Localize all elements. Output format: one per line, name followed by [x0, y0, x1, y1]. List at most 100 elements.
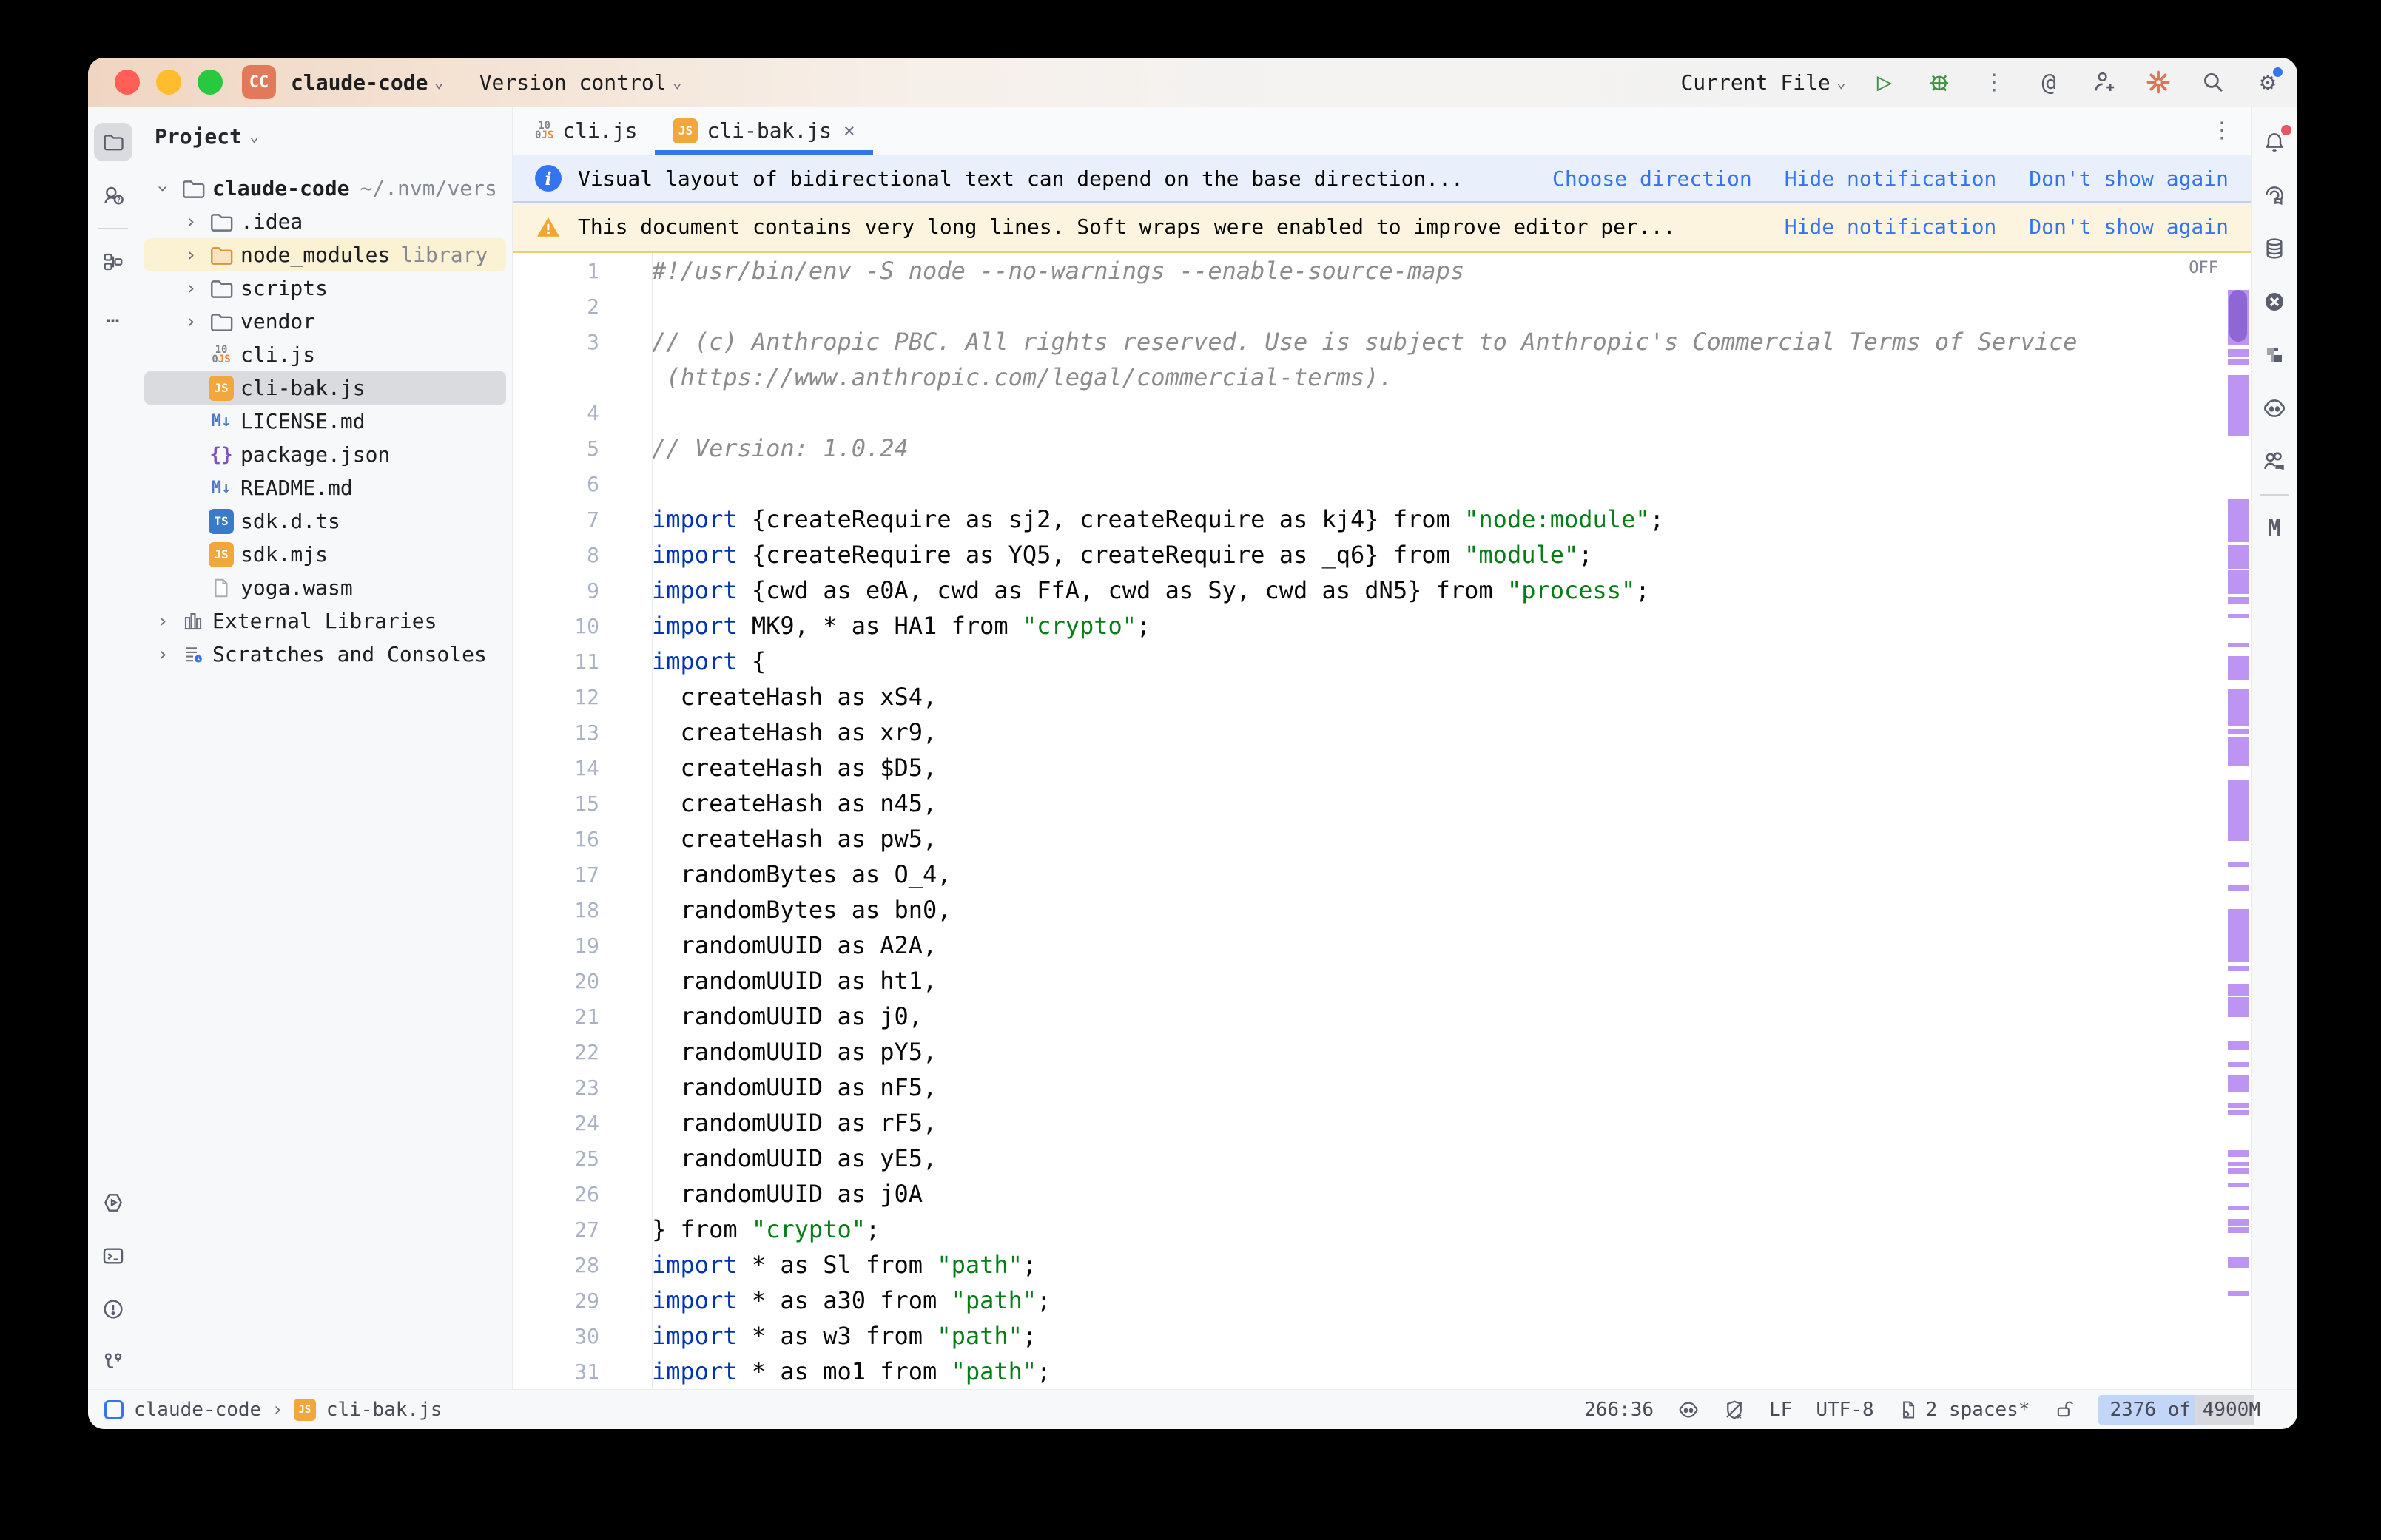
copilot-button[interactable] — [2255, 389, 2294, 428]
memory-indicator[interactable]: 2376 of 4900M — [2098, 1395, 2273, 1425]
vcs-change-mark — [2228, 656, 2249, 680]
chevron-right-icon[interactable]: › — [177, 277, 205, 300]
tree-item-yoga-wasm[interactable]: yoga.wasm — [144, 571, 506, 604]
notification-action-hide-notification[interactable]: Hide notification — [1785, 215, 1997, 239]
ai-assistant-button[interactable] — [2255, 176, 2294, 215]
vcs-change-mark — [2228, 909, 2249, 962]
vcs-change-mark — [2228, 1110, 2249, 1115]
project-menu[interactable]: claude-code ⌄ — [291, 70, 444, 95]
debug-button[interactable] — [1923, 66, 1956, 98]
tree-item-readme-md[interactable]: M↓README.md — [144, 471, 506, 504]
ts-icon: TS — [205, 509, 238, 534]
tree-item-scripts[interactable]: ›scripts — [144, 271, 506, 305]
project-panel-title: Project — [155, 124, 242, 149]
code-with-me-button[interactable] — [2255, 442, 2294, 481]
breadcrumb-project[interactable]: claude-code — [134, 1399, 261, 1421]
run-button[interactable]: ▷ — [1868, 66, 1901, 98]
tree-item--idea[interactable]: ›.idea — [144, 205, 506, 238]
breadcrumb-file[interactable]: cli-bak.js — [326, 1399, 442, 1421]
notification-action-choose-direction[interactable]: Choose direction — [1552, 166, 1752, 191]
tree-item-cli-bak-js[interactable]: JScli-bak.js — [144, 371, 506, 405]
line-number: 11 — [513, 649, 652, 674]
x-plugin-button[interactable] — [2255, 283, 2294, 321]
encoding-widget[interactable]: UTF-8 — [1816, 1399, 1873, 1421]
claude-plugin-button[interactable] — [2142, 66, 2175, 98]
chevron-right-icon[interactable]: › — [177, 244, 205, 266]
line-number: 26 — [513, 1182, 652, 1206]
problems-tool-button[interactable] — [94, 1290, 132, 1328]
project-panel: Project ⌄ ›claude-code~/.nvm/vers›.idea›… — [138, 107, 513, 1389]
close-tab-icon[interactable]: × — [843, 120, 855, 142]
js-icon: JS — [205, 542, 238, 567]
line-number: 22 — [513, 1040, 652, 1064]
commit-tool-button[interactable]: ? — [94, 176, 132, 215]
chevron-right-icon[interactable]: › — [177, 211, 205, 233]
structure-tool-button[interactable] — [94, 243, 132, 281]
indent-widget[interactable]: 2 spaces* — [1898, 1399, 2030, 1421]
notification-action-hide-notification[interactable]: Hide notification — [1785, 166, 1997, 191]
tree-item-claude-code[interactable]: ›claude-code~/.nvm/vers — [144, 172, 506, 205]
vcs-change-mark — [2228, 545, 2249, 569]
project-panel-header[interactable]: Project ⌄ — [138, 117, 512, 155]
copilot-status-button[interactable] — [1677, 1399, 1700, 1421]
tree-item-scratches-and-consoles[interactable]: ›Scratches and Consoles — [144, 638, 506, 671]
mentions-button[interactable]: @ — [2033, 66, 2065, 98]
tree-item-vendor[interactable]: ›vendor — [144, 305, 506, 338]
gutter-separator — [652, 253, 653, 1389]
project-tool-button[interactable] — [94, 123, 132, 161]
tree-item-node-modules[interactable]: ›node_moduleslibrary — [144, 238, 506, 271]
chevron-down-icon[interactable]: › — [152, 175, 174, 203]
minimize-window-button[interactable] — [156, 70, 181, 95]
vcs-menu[interactable]: Version control ⌄ — [479, 70, 682, 95]
breadcrumb[interactable]: claude-code › JS cli-bak.js — [104, 1399, 442, 1421]
code-line: 4 — [513, 395, 2226, 430]
caret-position-widget[interactable]: 266:36 — [1584, 1399, 1654, 1421]
js-file-icon: JS — [673, 118, 698, 143]
database-button[interactable] — [2255, 229, 2294, 268]
code-line: 14 createHash as $D5, — [513, 750, 2226, 786]
tab-list-button[interactable]: ⋮ — [2193, 107, 2251, 155]
tree-item-sdk-d-ts[interactable]: TSsdk.d.ts — [144, 504, 506, 538]
notification-action-don-t-show-again[interactable]: Don't show again — [2029, 215, 2229, 239]
pinwheel-plugin-button[interactable] — [2255, 336, 2294, 374]
run-configuration-selector[interactable]: Current File ⌄ — [1680, 70, 1846, 95]
code-editor[interactable]: 1#!/usr/bin/env -S node --no-warnings --… — [513, 253, 2251, 1389]
add-user-button[interactable] — [2087, 66, 2120, 98]
line-number: 27 — [513, 1218, 652, 1242]
tree-item-cli-js[interactable]: 100JScli.js — [144, 338, 506, 371]
m-plugin-button[interactable]: M — [2255, 509, 2294, 547]
tree-item-sdk-mjs[interactable]: JSsdk.mjs — [144, 538, 506, 571]
git-tool-button[interactable] — [94, 1343, 132, 1382]
tab-cli-bak-js[interactable]: JS cli-bak.js × — [655, 107, 872, 155]
status-bar: claude-code › JS cli-bak.js 266:36 LF UT… — [88, 1389, 2297, 1429]
close-window-button[interactable] — [115, 70, 140, 95]
line-number: 20 — [513, 969, 652, 993]
tree-item-license-md[interactable]: M↓LICENSE.md — [144, 405, 506, 438]
vcs-change-mark — [2228, 997, 2249, 1017]
chevron-right-icon[interactable]: › — [149, 644, 177, 666]
write-access-button[interactable] — [2054, 1399, 2075, 1420]
settings-button[interactable]: ⚙ — [2252, 66, 2284, 98]
chevron-right-icon[interactable]: › — [149, 610, 177, 632]
more-tool-windows-button[interactable]: … — [94, 296, 132, 334]
editor-scrollbar[interactable] — [2226, 253, 2251, 1389]
tree-item-package-json[interactable]: {}package.json — [144, 438, 506, 471]
more-actions-button[interactable]: ⋮ — [1978, 66, 2010, 98]
line-ending-widget[interactable]: LF — [1769, 1399, 1792, 1421]
vcs-change-mark — [2228, 966, 2249, 971]
notifications-button[interactable] — [2255, 123, 2294, 161]
unlocked-icon — [2054, 1399, 2075, 1420]
maximize-window-button[interactable] — [198, 70, 223, 95]
warning-icon — [535, 214, 562, 240]
highlighting-level-button[interactable] — [1723, 1399, 1745, 1421]
tree-item-external-libraries[interactable]: ›External Libraries — [144, 604, 506, 638]
chevron-right-icon[interactable]: › — [177, 311, 205, 333]
notification-action-don-t-show-again[interactable]: Don't show again — [2029, 166, 2229, 191]
search-everywhere-button[interactable] — [2197, 66, 2229, 98]
line-number: 13 — [513, 720, 652, 745]
tree-item-label: README.md — [240, 476, 353, 500]
services-tool-button[interactable] — [94, 1183, 132, 1222]
terminal-tool-button[interactable] — [94, 1237, 132, 1275]
tab-cli-js[interactable]: 100JS cli.js — [517, 107, 655, 155]
scrollbar-thumb[interactable] — [2229, 290, 2247, 342]
